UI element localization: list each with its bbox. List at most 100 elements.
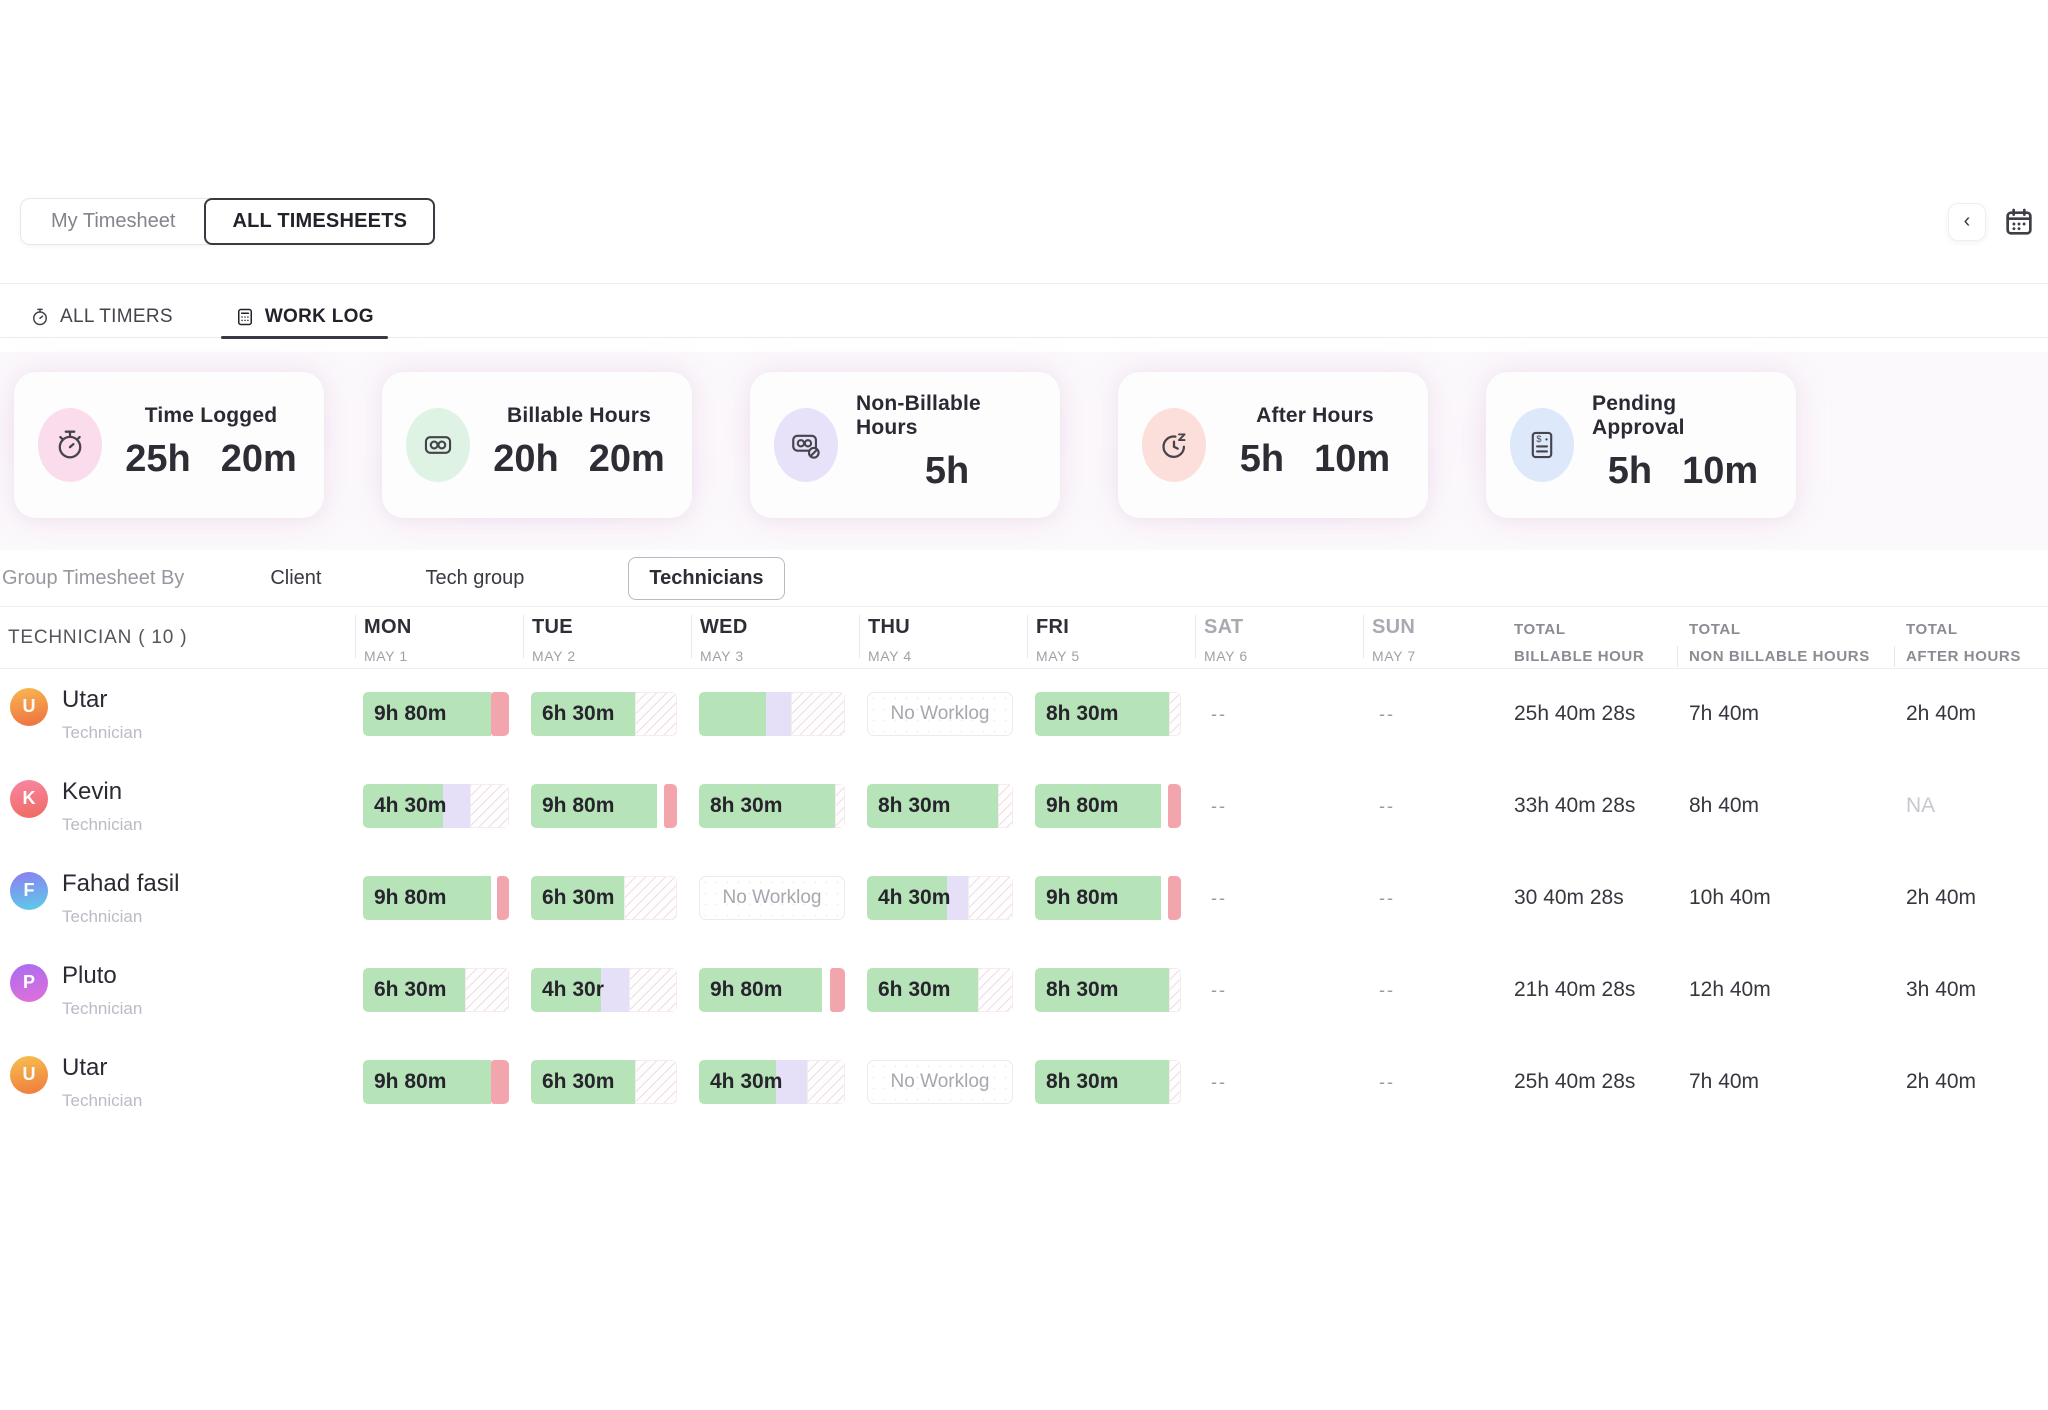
technician-name-block: UtarTechnician [62,1054,142,1111]
worklog-bar[interactable]: 9h 80m [1035,876,1181,920]
bar-label: 9h 80m [1046,886,1118,910]
worklog-cell-wed: No Worklog [691,876,859,920]
bar-segment-hatch [465,968,509,1012]
technician-row[interactable]: UUtarTechnician9h 80m6h 30mNo Worklog8h … [0,668,2048,760]
worklog-bar[interactable] [699,692,845,736]
worklog-bar[interactable]: 4h 30r [531,968,677,1012]
worklog-cell-sun: -- [1363,1072,1514,1093]
bar-label: 8h 30m [1046,702,1118,726]
column-separator [1195,615,1196,658]
technician-row[interactable]: UUtarTechnician9h 80m 6h 30m 4h 30m No Work… [0,1036,2048,1128]
worklog-cell-tue: 6h 30m [523,876,691,920]
worklog-bar[interactable]: 9h 80m [699,968,845,1012]
empty-day-dashes: -- [1371,980,1514,1001]
bar-segment-hatch [635,1060,677,1104]
svg-text:$: $ [1536,434,1541,444]
technician-name-block: KevinTechnician [62,778,142,835]
worklog-bar[interactable]: 9h 80m [1035,784,1181,828]
bar-segment-red [497,876,509,920]
toolbar-right-actions: ‹ [1948,203,2036,241]
worklog-bar[interactable]: 6h 30m [363,968,509,1012]
worklog-bar[interactable]: 4h 30m [867,876,1013,920]
day-column-header-mon: MONMAY 1 [355,607,523,668]
worklog-bar[interactable]: 6h 30m [531,876,677,920]
group-by-option-technicians[interactable]: Technicians [628,557,784,600]
bar-segment-hatch [791,692,845,736]
card-value: 5h10m [1240,438,1390,481]
worklog-cell-wed: 9h 80m [691,968,859,1012]
worklog-cell-mon: 9h 80m [355,1060,523,1104]
worklog-bar[interactable]: 8h 30m [1035,1060,1181,1104]
worklog-cell-sat: -- [1195,796,1363,817]
empty-day-dashes: -- [1203,704,1363,725]
worklog-cell-sun: -- [1363,796,1514,817]
scope-tab-all-timesheets[interactable]: ALL TIMESHEETS [204,198,435,245]
worklog-bar[interactable]: 8h 30m [1035,968,1181,1012]
no-worklog-pill[interactable]: No Worklog [699,876,845,920]
worklog-bar[interactable]: 6h 30m [531,1060,677,1104]
avatar: U [10,688,48,726]
worklog-bar[interactable]: 4h 30m [363,784,509,828]
card-value: 25h20m [125,438,297,481]
collapse-panel-button[interactable]: ‹ [1948,203,1986,241]
technician-row[interactable]: PPlutoTechnician6h 30m4h 30r9h 80m6h 30m… [0,944,2048,1036]
day-date: MAY 3 [700,648,859,664]
worklog-bar[interactable]: 9h 80m [363,1060,509,1104]
bar-segment-hatch [807,1060,845,1104]
column-separator [523,615,524,658]
worklog-bar[interactable]: 8h 30m [699,784,845,828]
timesheet-page: My TimesheetALL TIMESHEETS ‹ [0,0,2048,1410]
worklog-bar[interactable]: 9h 80m [363,876,509,920]
total-column-header-non-billable-hours: TOTALNON BILLABLE HOURS [1689,607,1906,668]
total-value-1: 7h 40m [1689,1070,1906,1094]
card-minutes: 20m [589,438,665,481]
tab-work-log[interactable]: WORK LOG [235,296,374,337]
technician-cell: UUtarTechnician [0,1054,355,1111]
no-worklog-pill[interactable]: No Worklog [867,1060,1013,1104]
technician-role: Technician [62,723,142,743]
top-toolbar: My TimesheetALL TIMESHEETS ‹ [20,198,2036,245]
scope-tab-my-timesheet[interactable]: My Timesheet [21,199,205,244]
group-by-option-client[interactable]: Client [270,567,321,590]
bar-label: 8h 30m [878,794,950,818]
tab-all-timers[interactable]: ALL TIMERS [30,296,173,337]
worklog-bar[interactable]: 9h 80m [363,692,509,736]
worklog-icon [235,307,255,327]
empty-day-dashes: -- [1203,888,1363,909]
bar-segment-hatch [1169,692,1181,736]
empty-day-dashes: -- [1371,704,1514,725]
column-separator [355,615,356,658]
bar-segment-red [830,968,845,1012]
worklog-bar[interactable]: 6h 30m [531,692,677,736]
calendar-icon[interactable] [2002,205,2036,239]
worklog-bar[interactable]: 9h 80m [531,784,677,828]
technician-row[interactable]: FFahad fasilTechnician9h 80m6h 30mNo Wor… [0,852,2048,944]
worklog-bar[interactable]: 8h 30m [1035,692,1181,736]
group-by-option-tech-group[interactable]: Tech group [425,567,524,590]
worklog-cell-thu: No Worklog [859,692,1027,736]
empty-day-dashes: -- [1371,796,1514,817]
worklog-bar[interactable]: 8h 30m [867,784,1013,828]
bar-segment-hatch [624,876,677,920]
card-body: Non-Billable Hours5h [856,392,1038,493]
timesheet-scope-segmented-control: My TimesheetALL TIMESHEETS [20,198,435,245]
day-name: MON [364,616,523,639]
table-body: UUtarTechnician9h 80m6h 30mNo Worklog8h … [0,668,2048,1128]
worklog-cell-fri: 8h 30m [1027,692,1195,736]
worklog-bar[interactable]: 4h 30m [699,1060,845,1104]
bar-label: 9h 80m [374,886,446,910]
card-hours: 25h [125,438,190,481]
bar-segment-hatch [629,968,677,1012]
bar-label: 6h 30m [542,702,614,726]
worklog-cell-fri: 9h 80m [1027,876,1195,920]
worklog-cell-tue: 6h 30m [523,1060,691,1104]
total-header-line1: TOTAL [1514,621,1689,638]
tab-label: ALL TIMERS [60,306,173,328]
technician-row[interactable]: KKevinTechnician4h 30m9h 80m8h 30m8h 30m… [0,760,2048,852]
empty-day-dashes: -- [1203,1072,1363,1093]
day-name: SUN [1372,616,1514,639]
worklog-bar[interactable]: 6h 30m [867,968,1013,1012]
bar-segment-hatch [470,784,509,828]
no-worklog-pill[interactable]: No Worklog [867,692,1013,736]
chevron-left-icon: ‹ [1964,210,1971,233]
